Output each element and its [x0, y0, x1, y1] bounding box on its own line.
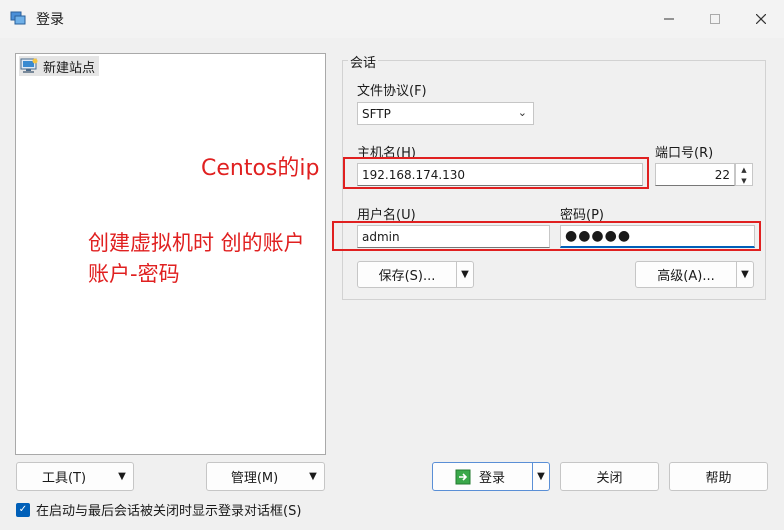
port-label: 端口号(R) — [655, 146, 714, 161]
login-icon — [455, 469, 471, 484]
dropdown-arrow-icon[interactable]: ▼ — [736, 262, 753, 287]
account-annotation-line2: 账户-密码 — [88, 262, 180, 286]
protocol-label: 文件协议(F) — [357, 84, 427, 99]
close-button[interactable]: 关闭 — [560, 462, 659, 491]
dropdown-arrow-icon[interactable]: ▼ — [532, 463, 549, 490]
advanced-button[interactable]: 高级(A)... ▼ — [635, 261, 754, 288]
save-button[interactable]: 保存(S)... ▼ — [357, 261, 474, 288]
maximize-icon — [710, 14, 720, 24]
computer-icon — [20, 58, 38, 73]
session-group-title: 会话 — [348, 52, 379, 71]
tree-item-label: 新建站点 — [43, 60, 96, 76]
chevron-down-icon: ⌄ — [517, 106, 527, 119]
window-title: 登录 — [36, 12, 64, 28]
close-window-button[interactable] — [738, 0, 784, 38]
tools-button[interactable]: 工具(T) ▼ — [16, 462, 134, 491]
advanced-button-label: 高级(A)... — [657, 269, 715, 284]
dropdown-arrow-icon[interactable]: ▼ — [456, 262, 473, 287]
help-button[interactable]: 帮助 — [669, 462, 768, 491]
minimize-button[interactable] — [646, 0, 692, 38]
login-button-label: 登录 — [479, 471, 506, 486]
account-highlight-box — [332, 221, 761, 251]
minimize-icon — [664, 18, 674, 20]
host-highlight-box — [343, 157, 649, 189]
login-button[interactable]: 登录 ▼ — [432, 462, 550, 491]
dropdown-arrow-icon: ▼ — [118, 471, 126, 482]
protocol-value: SFTP — [362, 106, 391, 121]
dropdown-arrow-icon: ▼ — [309, 471, 317, 482]
port-input[interactable]: 22 — [655, 163, 735, 186]
maximize-button[interactable] — [692, 0, 738, 38]
manage-button-label: 管理(M) — [230, 471, 279, 486]
app-icon — [10, 11, 26, 25]
tools-button-label: 工具(T) — [41, 471, 87, 486]
close-icon — [756, 14, 766, 24]
protocol-select[interactable]: SFTP ⌄ — [357, 102, 534, 125]
manage-button[interactable]: 管理(M) ▼ — [206, 462, 325, 491]
show-login-checkbox-label: 在启动与最后会话被关闭时显示登录对话框(S) — [36, 504, 302, 519]
port-spinner[interactable]: ▲ ▼ — [735, 163, 753, 186]
show-login-checkbox[interactable]: ✓ — [16, 502, 30, 517]
show-login-checkbox-row[interactable]: ✓ 在启动与最后会话被关闭时显示登录对话框(S) — [16, 500, 301, 519]
tree-item-new-site[interactable]: 新建站点 — [19, 56, 100, 76]
spin-down-icon[interactable]: ▼ — [736, 175, 752, 186]
save-button-label: 保存(S)... — [378, 269, 436, 284]
host-annotation: Centos的ip — [201, 156, 320, 181]
account-annotation-line1: 创建虚拟机时 创的账户 — [88, 231, 305, 255]
spin-up-icon[interactable]: ▲ — [736, 164, 752, 175]
